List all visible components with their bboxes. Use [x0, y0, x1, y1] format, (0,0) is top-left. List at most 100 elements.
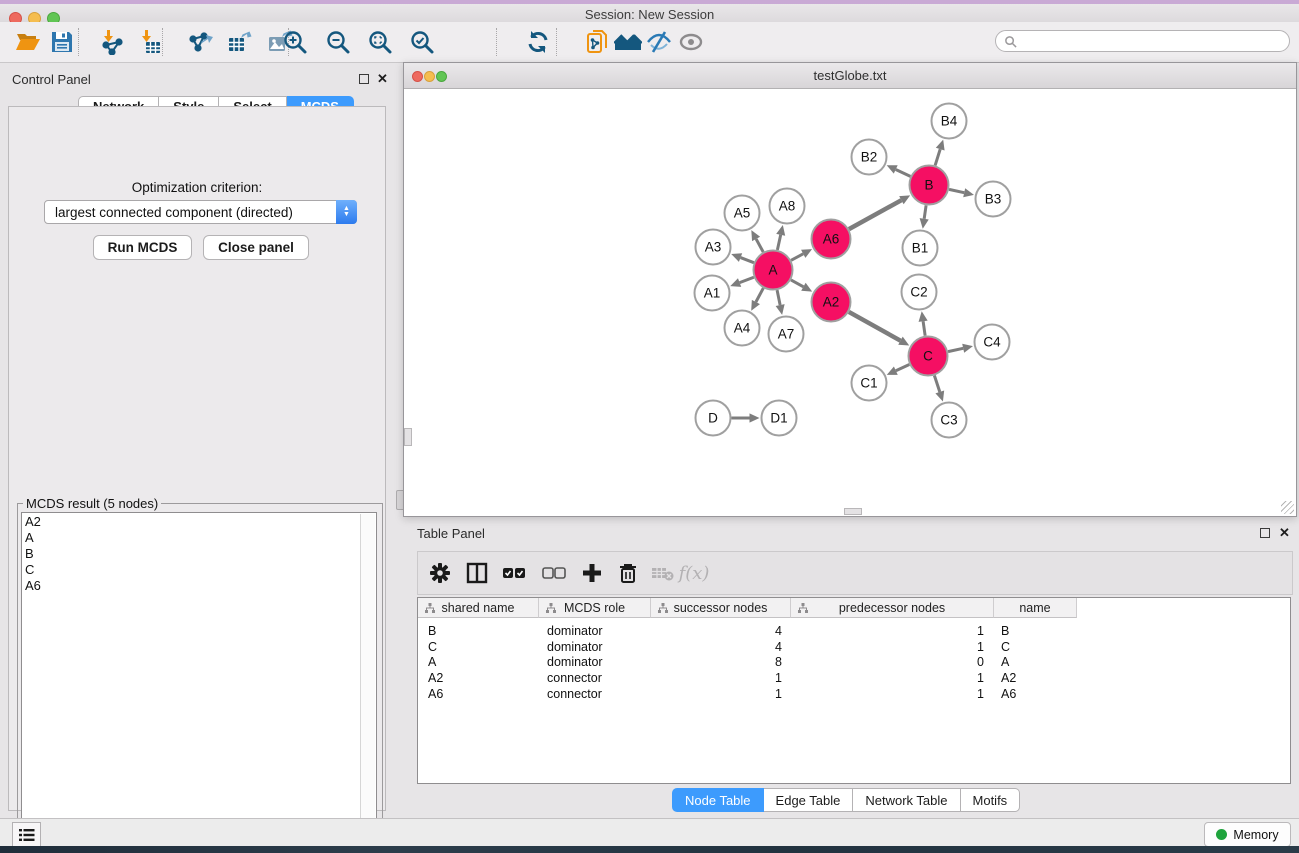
edge-A-A6[interactable]: [791, 254, 803, 260]
edge-A-A7[interactable]: [777, 290, 780, 305]
tab-motifs[interactable]: Motifs: [961, 788, 1021, 812]
edge-A2-C[interactable]: [849, 312, 901, 341]
table-cell[interactable]: A: [428, 654, 529, 670]
settings-gear-icon[interactable]: [426, 559, 454, 587]
optimization-criterion-dropdown[interactable]: largest connected component (directed) ▲…: [44, 200, 357, 224]
duplicate-network-icon[interactable]: [584, 28, 612, 56]
table-cell[interactable]: connector: [547, 670, 643, 686]
graph-node-A2[interactable]: A2: [812, 283, 851, 322]
graph-node-A3[interactable]: A3: [696, 230, 731, 265]
graph-node-C1[interactable]: C1: [852, 366, 887, 401]
zoom-selected-icon[interactable]: [408, 28, 436, 56]
graph-node-C4[interactable]: C4: [975, 325, 1010, 360]
graph-node-A[interactable]: A: [754, 251, 793, 290]
table-cell[interactable]: 1: [801, 670, 984, 686]
table-cell[interactable]: B: [1001, 623, 1070, 639]
graph-node-A5[interactable]: A5: [725, 196, 760, 231]
column-header-0[interactable]: shared name: [418, 598, 539, 618]
table-close-panel-icon[interactable]: ✕: [1279, 527, 1290, 539]
network-vertical-scroll-thumb[interactable]: [404, 428, 412, 446]
graph-node-A4[interactable]: A4: [725, 311, 760, 346]
memory-button[interactable]: Memory: [1204, 822, 1291, 847]
search-box[interactable]: [995, 30, 1290, 52]
export-network-icon[interactable]: [186, 28, 214, 56]
table-float-panel-icon[interactable]: [1260, 528, 1270, 538]
node-table[interactable]: shared nameMCDS rolesuccessor nodesprede…: [417, 597, 1291, 784]
open-folder-icon[interactable]: [14, 28, 42, 56]
close-panel-button[interactable]: Close panel: [203, 235, 309, 260]
table-cell[interactable]: A2: [428, 670, 529, 686]
column-header-2[interactable]: successor nodes: [651, 598, 791, 618]
edge-A-A4[interactable]: [756, 288, 763, 302]
edge-C-C1[interactable]: [896, 365, 910, 371]
result-list-item[interactable]: A2: [25, 514, 41, 530]
column-header-3[interactable]: predecessor nodes: [791, 598, 994, 618]
graph-node-C2[interactable]: C2: [902, 275, 937, 310]
network-graph[interactable]: A5A8A3A6AA1A4A7A2B2B4BB3B1C2CC4C1C3DD1: [405, 89, 1295, 515]
graph-node-B2[interactable]: B2: [852, 140, 887, 175]
result-list-item[interactable]: A: [25, 530, 41, 546]
edge-A-A2[interactable]: [791, 280, 803, 287]
table-cell[interactable]: 0: [801, 654, 984, 670]
add-column-icon[interactable]: [578, 559, 606, 587]
table-cell[interactable]: 1: [801, 623, 984, 639]
table-cell[interactable]: 1: [660, 686, 782, 702]
table-cell[interactable]: 8: [660, 654, 782, 670]
table-cell[interactable]: connector: [547, 686, 643, 702]
refresh-icon[interactable]: [524, 28, 552, 56]
graph-node-D[interactable]: D: [696, 401, 731, 436]
result-list-item[interactable]: B: [25, 546, 41, 562]
edge-C-C4[interactable]: [948, 348, 963, 351]
import-table-icon[interactable]: [136, 28, 164, 56]
graph-node-B4[interactable]: B4: [932, 104, 967, 139]
table-cell[interactable]: C: [1001, 639, 1070, 655]
edge-C-C3[interactable]: [934, 375, 939, 391]
graph-node-B3[interactable]: B3: [976, 182, 1011, 217]
edge-B-B1[interactable]: [924, 205, 926, 219]
edge-A-A3[interactable]: [741, 258, 754, 263]
window-resize-grip[interactable]: [1281, 501, 1294, 514]
edge-A-A1[interactable]: [740, 277, 754, 282]
network-canvas[interactable]: A5A8A3A6AA1A4A7A2B2B4BB3B1C2CC4C1C3DD1: [405, 89, 1295, 515]
graph-node-B[interactable]: B: [910, 166, 949, 205]
network-horizontal-scroll-thumb[interactable]: [844, 508, 862, 515]
save-icon[interactable]: [48, 28, 76, 56]
table-cell[interactable]: 4: [660, 623, 782, 639]
table-cell[interactable]: 1: [801, 686, 984, 702]
import-network-icon[interactable]: [98, 28, 126, 56]
select-all-icon[interactable]: [500, 559, 528, 587]
result-list-item[interactable]: A6: [25, 578, 41, 594]
table-cell[interactable]: A: [1001, 654, 1070, 670]
column-header-1[interactable]: MCDS role: [539, 598, 651, 618]
delete-column-icon[interactable]: [614, 559, 642, 587]
edge-A-A8[interactable]: [777, 235, 780, 250]
zoom-out-icon[interactable]: [324, 28, 352, 56]
hide-graphics-details-icon[interactable]: [645, 28, 673, 56]
graph-node-A8[interactable]: A8: [770, 189, 805, 224]
function-builder-icon[interactable]: f(x): [680, 559, 708, 587]
tab-network-table[interactable]: Network Table: [853, 788, 960, 812]
run-mcds-button[interactable]: Run MCDS: [93, 235, 192, 260]
float-panel-icon[interactable]: [359, 74, 369, 84]
clear-table-icon[interactable]: [649, 559, 677, 587]
edge-B-B2[interactable]: [896, 169, 911, 176]
zoom-in-icon[interactable]: [281, 28, 309, 56]
graph-node-D1[interactable]: D1: [762, 401, 797, 436]
table-cell[interactable]: A2: [1001, 670, 1070, 686]
edge-C-C2[interactable]: [923, 321, 925, 335]
table-cell[interactable]: dominator: [547, 654, 643, 670]
table-cell[interactable]: dominator: [547, 623, 643, 639]
table-cell[interactable]: C: [428, 639, 529, 655]
edge-B-B4[interactable]: [935, 149, 940, 165]
result-list-scrollbar[interactable]: [360, 514, 375, 833]
task-history-button[interactable]: [12, 822, 41, 847]
deselect-all-icon[interactable]: [540, 559, 568, 587]
show-graphics-details-icon[interactable]: [677, 28, 705, 56]
graph-node-A7[interactable]: A7: [769, 317, 804, 352]
houses-icon[interactable]: [614, 28, 642, 56]
close-panel-icon[interactable]: ✕: [377, 73, 388, 85]
table-cell[interactable]: A6: [428, 686, 529, 702]
table-cell[interactable]: B: [428, 623, 529, 639]
edge-B-B3[interactable]: [949, 189, 964, 192]
table-cell[interactable]: 1: [801, 639, 984, 655]
